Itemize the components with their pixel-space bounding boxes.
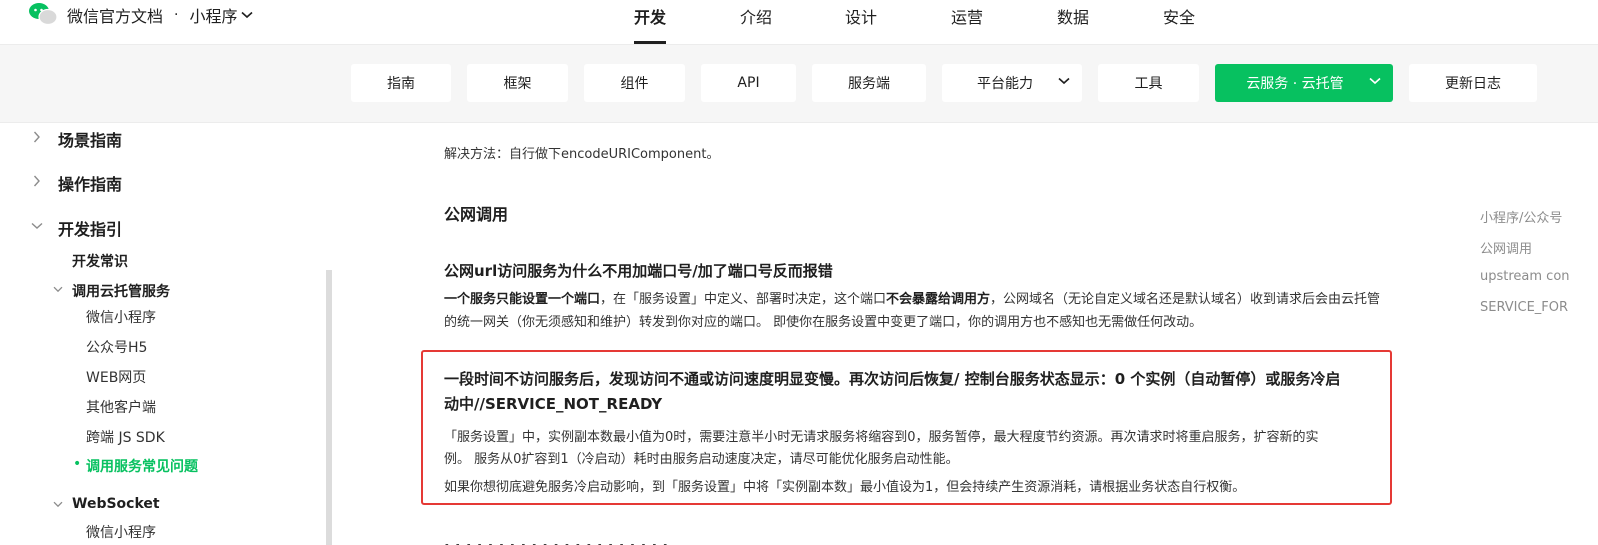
sidebar-item-dev-guide[interactable]: 开发指引: [58, 216, 122, 240]
faq-answer-cold-start-tip: 如果你想彻底避免服务冷启动影响，到「服务设置」中将「实例副本数」最小值设为1，但…: [444, 480, 1246, 495]
subnav-server[interactable]: 服务端: [812, 64, 926, 102]
faq-answer-port: 一个服务只能设置一个端口，在「服务设置」中定义、部署时决定，这个端口不会暴露给调…: [444, 288, 1389, 334]
chevron-down-icon[interactable]: [31, 222, 43, 230]
chevron-right-icon[interactable]: [33, 131, 41, 143]
sidebar-item-clip: 微信小程序: [86, 523, 156, 545]
brand: 微信官方文档 · 小程序: [67, 3, 254, 27]
toc-item-public-access[interactable]: 公网调用: [1480, 238, 1532, 257]
sub-navigation-bar: 指南 框架 组件 API 服务端 平台能力 工具 云服务 · 云托管 更新日志: [0, 45, 1598, 123]
tab-intro[interactable]: 介绍: [740, 4, 772, 28]
sidebar-item-service-faq[interactable]: 调用服务常见问题: [86, 456, 198, 476]
toc-item-service-for[interactable]: SERVICE_FOR: [1480, 300, 1568, 315]
sidebar-item-cross-js-sdk[interactable]: 跨端 JS SDK: [86, 427, 165, 447]
active-bullet: •: [73, 456, 82, 472]
faq-title-cold-start-line1: 一段时间不访问服务后，发现访问不通或访问速度明显变慢。再次访问后恢复/ 控制台服…: [444, 370, 1341, 388]
sidebar-item-call-cloud-service[interactable]: 调用云托管服务: [72, 281, 170, 301]
subnav-platform-label: 平台能力: [977, 76, 1033, 92]
sidebar-item-other-clients[interactable]: 其他客户端: [86, 397, 156, 417]
subnav-components[interactable]: 组件: [584, 64, 685, 102]
chevron-down-icon[interactable]: [241, 11, 254, 19]
chevron-right-icon[interactable]: [33, 175, 41, 187]
faq-answer-cold-start-line2: 例。 服务从0扩容到1（冷启动）耗时由服务启动速度决定，请尽可能优化服务启动性能…: [444, 452, 959, 467]
subnav-tools[interactable]: 工具: [1098, 64, 1199, 102]
tab-operations[interactable]: 运营: [951, 4, 983, 28]
chevron-down-icon[interactable]: [53, 501, 63, 508]
sidebar-item-official-h5[interactable]: 公众号H5: [86, 337, 147, 357]
sidebar-item-web-page[interactable]: WEB网页: [86, 367, 146, 387]
site-title[interactable]: 微信官方文档: [67, 3, 163, 27]
brand-separator: ·: [174, 7, 179, 23]
chevron-down-icon[interactable]: [53, 286, 63, 293]
subnav-api[interactable]: API: [701, 64, 796, 102]
faq-answer-cold-start-line1: 「服务设置」中，实例副本数最小值为0时，需要注意半小时无请求服务将缩容到0，服务…: [444, 430, 1319, 445]
subnav-platform-capabilities[interactable]: 平台能力: [942, 64, 1082, 102]
sidebar-item-dev-basics[interactable]: 开发常识: [72, 251, 128, 271]
previous-solution-text: 解决方法：自行做下encodeURIComponent。: [444, 147, 720, 162]
sidebar: [0, 123, 334, 545]
tab-security[interactable]: 安全: [1163, 4, 1195, 28]
clipped-heading-below: · · · · · · · · · · · · · · · · · · · · …: [444, 535, 864, 545]
toc-item-upstream[interactable]: upstream con: [1480, 269, 1570, 284]
subnav-changelog[interactable]: 更新日志: [1409, 64, 1537, 102]
section-title-public-access: 公网调用: [444, 205, 509, 224]
top-navigation-bar: 微信官方文档 · 小程序 开发 介绍 设计 运营 数据 安全: [0, 0, 1598, 45]
faq-title-port: 公网url访问服务为什么不用加端口号/加了端口号反而报错: [444, 262, 833, 280]
sidebar-item-websocket[interactable]: WebSocket: [72, 496, 160, 512]
sidebar-scrollbar[interactable]: [326, 270, 332, 545]
chevron-down-icon: [1058, 77, 1070, 85]
faq-answer-port-text1: ，在「服务设置」中定义、部署时决定，这个端口: [600, 292, 887, 307]
active-tab-indicator: [634, 41, 666, 44]
tab-design[interactable]: 设计: [845, 4, 877, 28]
faq-answer-port-bold1: 一个服务只能设置一个端口: [444, 292, 601, 307]
subnav-cloud-label: 云服务 · 云托管: [1246, 76, 1344, 92]
subnav-framework[interactable]: 框架: [467, 64, 568, 102]
tab-data[interactable]: 数据: [1057, 4, 1089, 28]
toc-item-miniprogram-official[interactable]: 小程序/公众号: [1480, 207, 1562, 226]
wechat-logo-icon[interactable]: [28, 2, 58, 26]
subnav-cloud-hosting[interactable]: 云服务 · 云托管: [1215, 64, 1393, 102]
sidebar-item-operation-guide[interactable]: 操作指南: [58, 171, 122, 195]
clipped-heading-above: · · · · · · · · · · · · · · · · · · · · …: [444, 123, 864, 133]
faq-answer-port-bold2: 不会暴露给调用方: [886, 292, 991, 307]
sidebar-item-scenario-guide[interactable]: 场景指南: [58, 127, 122, 151]
product-switcher[interactable]: 小程序: [189, 3, 237, 27]
tab-develop[interactable]: 开发: [634, 4, 666, 28]
sidebar-item-mini-program[interactable]: 微信小程序: [86, 307, 156, 327]
chevron-down-icon: [1369, 77, 1381, 85]
faq-title-cold-start-line2: 动中//SERVICE_NOT_READY: [444, 395, 663, 413]
sidebar-item-ws-mini-program[interactable]: 微信小程序: [86, 525, 156, 541]
subnav-guide[interactable]: 指南: [351, 64, 451, 102]
